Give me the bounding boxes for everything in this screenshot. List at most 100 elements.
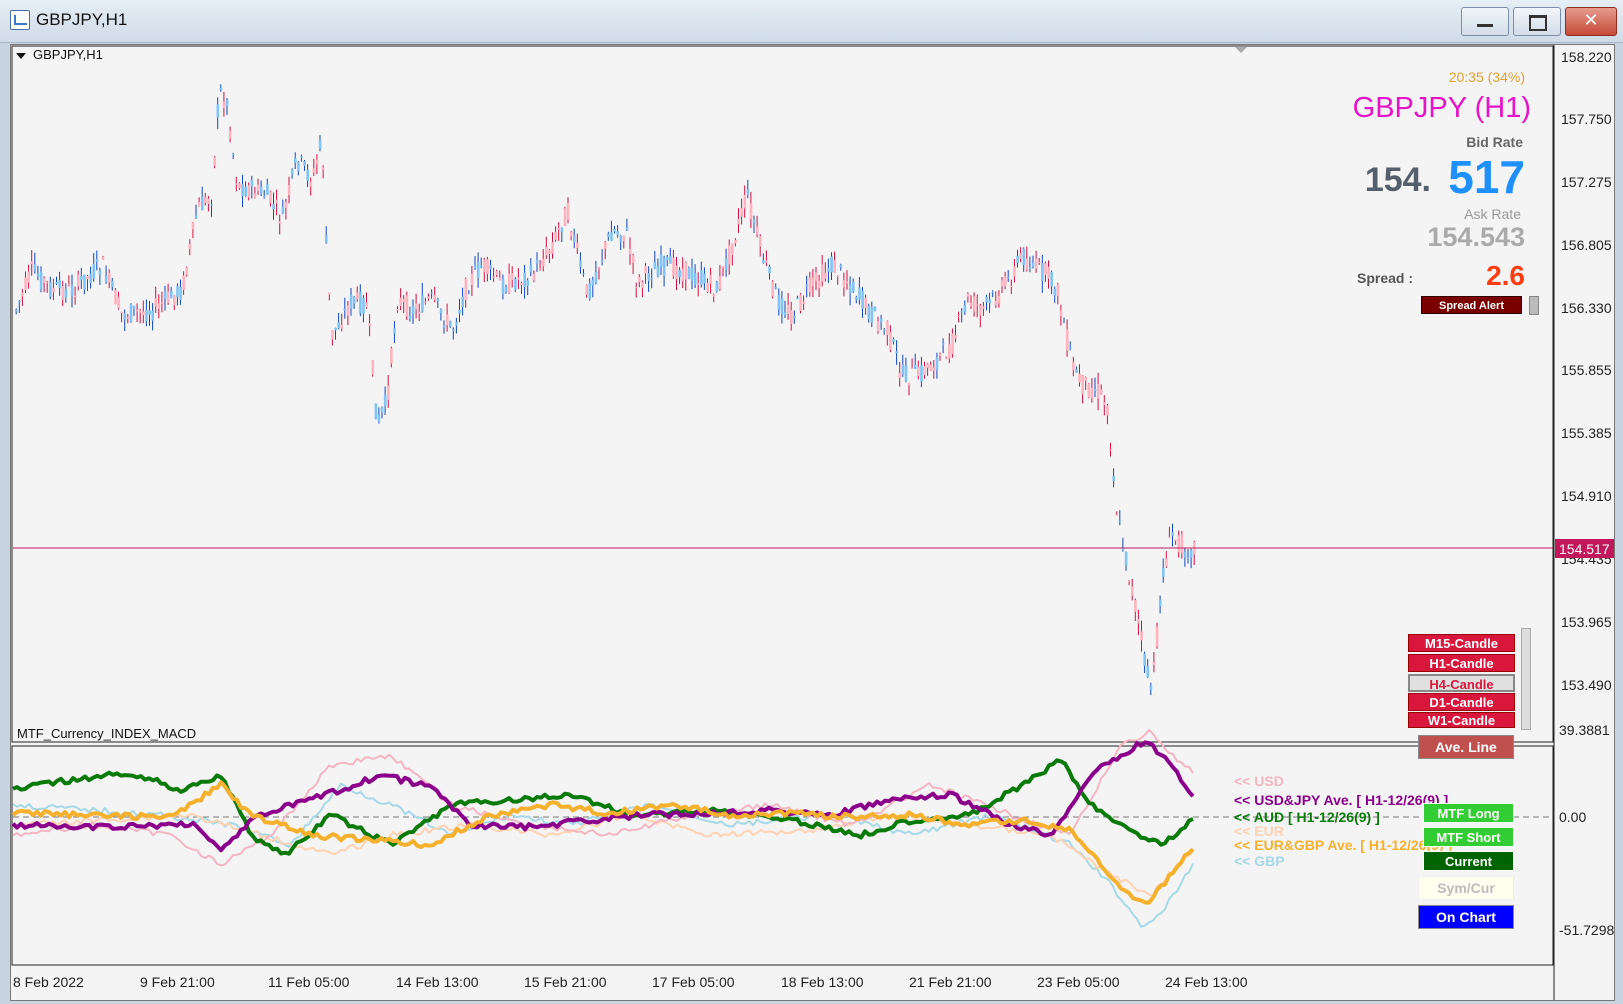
candle-body xyxy=(173,295,176,306)
candle-body xyxy=(656,266,660,277)
candle-body xyxy=(15,309,18,312)
on-chart-button[interactable]: On Chart xyxy=(1418,905,1514,929)
h4-candle-button[interactable]: H4-Candle xyxy=(1408,674,1515,692)
candle-body xyxy=(492,276,495,278)
d1-candle-button[interactable]: D1-Candle xyxy=(1408,693,1515,711)
candle-panel-scrollbar[interactable] xyxy=(1521,628,1531,730)
mtf-long-button[interactable]: MTF Long xyxy=(1423,803,1514,823)
candle-body xyxy=(1180,534,1184,554)
sym-cur-button[interactable]: Sym/Cur xyxy=(1418,876,1514,900)
candle-body xyxy=(117,296,120,309)
current-price-text: 154.517 xyxy=(1559,541,1610,557)
candle-body xyxy=(526,280,530,286)
candle-body xyxy=(1140,631,1143,641)
candle-body xyxy=(929,364,933,371)
candle-body xyxy=(638,276,641,282)
candle-body xyxy=(569,232,573,237)
time-tick: 15 Feb 21:00 xyxy=(524,974,607,990)
candle-body xyxy=(309,181,313,187)
h1-candle-button[interactable]: H1-Candle xyxy=(1408,654,1515,672)
candle-body xyxy=(597,268,601,270)
candle-body xyxy=(1022,248,1026,265)
price-tick: 157.275 xyxy=(1561,174,1612,190)
candle-body xyxy=(870,306,874,323)
candle-body xyxy=(380,407,384,413)
candle-body xyxy=(104,275,108,283)
candle-body xyxy=(297,162,300,172)
candle-body xyxy=(1007,276,1010,278)
candle-body xyxy=(405,295,409,317)
ask-label: Ask Rate xyxy=(1464,206,1521,222)
price-tick: 156.330 xyxy=(1561,300,1612,316)
candle-body xyxy=(1028,267,1032,269)
candle-body xyxy=(98,270,102,276)
candle-body xyxy=(126,317,130,319)
candle-body xyxy=(1137,618,1140,624)
candle-body xyxy=(1084,377,1088,381)
legend-usd: << USD xyxy=(1234,773,1284,789)
candle-body xyxy=(647,273,650,281)
candle-body xyxy=(27,271,30,283)
candle-body xyxy=(566,202,570,220)
time-tick: 18 Feb 13:00 xyxy=(781,974,864,990)
candle-body xyxy=(501,278,505,295)
candle-body xyxy=(213,157,216,166)
spread-alert-button[interactable]: Spread Alert xyxy=(1421,296,1522,314)
w1-candle-button[interactable]: W1-Candle xyxy=(1408,712,1515,728)
bid-label: Bid Rate xyxy=(1466,134,1523,150)
candle-body xyxy=(740,207,743,217)
maximize-button[interactable] xyxy=(1513,7,1561,36)
candle-body xyxy=(517,277,520,280)
candle-body xyxy=(768,266,771,274)
candle-body xyxy=(861,290,864,309)
candle-body xyxy=(377,414,381,423)
candle-body xyxy=(241,184,244,197)
candle-body xyxy=(535,259,539,264)
sub-plot-area[interactable] xyxy=(11,745,1554,966)
candle-body xyxy=(805,285,809,287)
candle-body xyxy=(194,215,198,218)
candle-body xyxy=(287,184,291,195)
candle-body xyxy=(163,291,167,299)
candle-body xyxy=(123,313,127,320)
spread-scroll-handle[interactable] xyxy=(1529,296,1539,315)
candle-body xyxy=(383,394,387,407)
candle-body xyxy=(622,236,626,242)
candle-body xyxy=(1174,539,1177,541)
spread-label: Spread : xyxy=(1357,270,1413,286)
candle-body xyxy=(284,202,288,209)
candle-body xyxy=(1038,261,1041,263)
candle-body xyxy=(352,297,356,304)
minimize-button[interactable] xyxy=(1461,7,1509,36)
candle-body xyxy=(108,272,111,283)
candle-body xyxy=(359,291,362,314)
legend-usd-jpy: << USD&JPY Ave. [ H1-12/26(9) ] xyxy=(1234,792,1448,808)
candle-body xyxy=(573,235,576,243)
ave-line-button[interactable]: Ave. Line xyxy=(1418,735,1514,759)
current-button[interactable]: Current xyxy=(1423,851,1514,871)
candle-body xyxy=(898,372,902,379)
candle-body xyxy=(402,298,406,302)
close-button[interactable]: ✕ xyxy=(1565,7,1617,36)
candle-body xyxy=(883,329,886,331)
mtf-short-button[interactable]: MTF Short xyxy=(1423,827,1514,847)
candle-body xyxy=(910,367,914,369)
candle-body xyxy=(281,207,285,214)
candle-body xyxy=(495,271,499,275)
candle-body xyxy=(945,357,948,359)
candle-body xyxy=(325,235,328,243)
candle-body xyxy=(461,296,464,308)
candle-body xyxy=(1072,362,1075,371)
m15-candle-button[interactable]: M15-Candle xyxy=(1408,634,1515,652)
candle-body xyxy=(30,261,34,265)
candle-body xyxy=(901,364,905,375)
candle-body xyxy=(864,297,867,308)
spread-value: 2.6 xyxy=(1486,260,1525,291)
candle-body xyxy=(746,189,750,195)
candle-body xyxy=(396,308,399,311)
candle-body xyxy=(737,218,740,225)
candle-body xyxy=(582,273,585,275)
main-chart-label: GBPJPY,H1 xyxy=(33,47,103,62)
main-plot-area[interactable] xyxy=(11,45,1554,743)
candle-body xyxy=(362,298,365,314)
